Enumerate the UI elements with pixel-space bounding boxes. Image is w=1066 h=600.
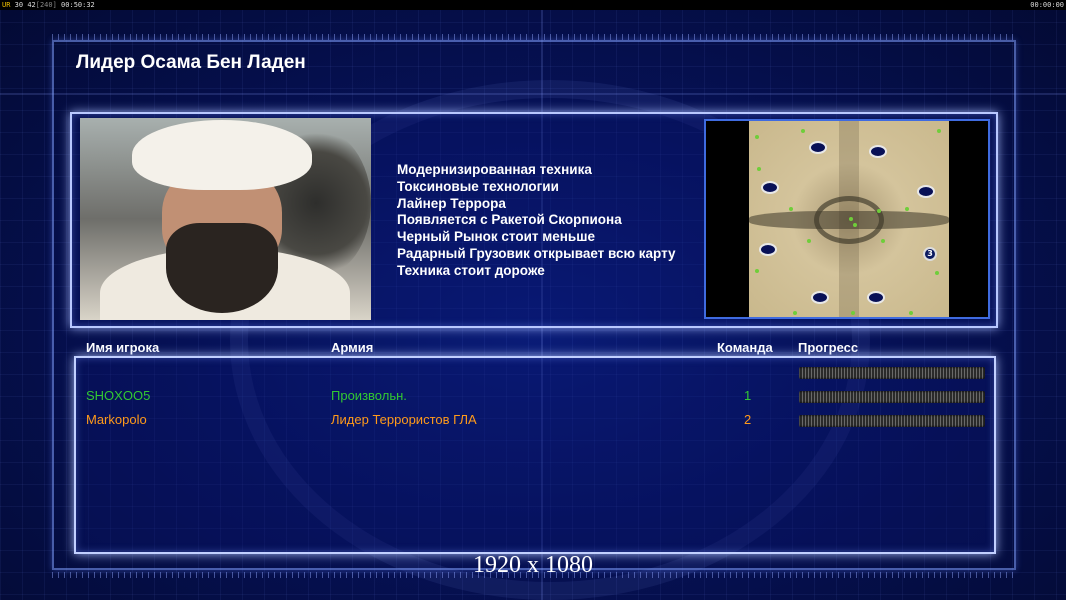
- player-name: Markopolo: [86, 412, 147, 427]
- portrait-turban: [132, 120, 312, 190]
- resource-dot: [935, 271, 939, 275]
- resource-dot: [793, 311, 797, 315]
- progress-bar: [799, 391, 985, 403]
- general-features-list: Модернизированная техника Токсиновые тех…: [397, 162, 676, 280]
- column-header-progress: Прогресс: [798, 340, 859, 355]
- resource-dot: [801, 129, 805, 133]
- resource-dot: [937, 129, 941, 133]
- map-start-position[interactable]: [917, 185, 935, 198]
- resource-dot: [851, 311, 855, 315]
- debug-fps: 30: [14, 1, 24, 9]
- map-preview: 3: [704, 119, 990, 319]
- debug-bar: UR 30 42[240] 00:50:32 00:00:00: [0, 0, 1066, 10]
- resource-dot: [881, 239, 885, 243]
- debug-left: UR 30 42[240] 00:50:32: [2, 0, 95, 10]
- map-start-position[interactable]: [811, 291, 829, 304]
- resolution-label: 1920 x 1080: [473, 552, 593, 578]
- debug-right-time: 00:00:00: [1030, 1, 1064, 9]
- debug-bracket: [240]: [35, 1, 57, 9]
- column-header-army: Армия: [331, 340, 374, 355]
- table-row: SHOXOO5 Произвольн. 1: [0, 386, 1066, 406]
- feature-item: Лайнер Террора: [397, 195, 506, 211]
- debug-tag: UR: [2, 1, 11, 9]
- map-start-position[interactable]: [761, 181, 779, 194]
- map-start-position[interactable]: [867, 291, 885, 304]
- table-row: Markopolo Лидер Террористов ГЛА 2: [0, 410, 1066, 430]
- map-terrain: 3: [749, 121, 949, 317]
- map-start-position-occupied[interactable]: 3: [923, 247, 937, 261]
- resource-dot: [905, 207, 909, 211]
- player-name: SHOXOO5: [86, 388, 151, 403]
- player-army: Лидер Террористов ГЛА: [331, 412, 477, 427]
- progress-bar: [799, 367, 985, 379]
- column-header-player: Имя игрока: [86, 340, 160, 355]
- feature-item: Токсиновые технологии: [397, 178, 559, 194]
- progress-bar: [799, 415, 985, 427]
- resource-dot: [757, 167, 761, 171]
- feature-item: Радарный Грузовик открывает всю карту: [397, 245, 676, 261]
- resource-dot: [853, 223, 857, 227]
- resource-dot: [909, 311, 913, 315]
- feature-item: Техника стоит дороже: [397, 262, 545, 278]
- player-team: 2: [744, 412, 752, 427]
- debug-value: 42: [27, 1, 36, 9]
- resource-dot: [755, 135, 759, 139]
- column-header-team: Команда: [717, 340, 773, 355]
- portrait-beard: [166, 223, 278, 313]
- map-start-position[interactable]: [809, 141, 827, 154]
- player-team: 1: [744, 388, 752, 403]
- general-portrait: [80, 118, 371, 320]
- resource-dot: [789, 207, 793, 211]
- feature-item: Черный Рынок стоит меньше: [397, 229, 595, 245]
- map-start-position[interactable]: [759, 243, 777, 256]
- resource-dot: [849, 217, 853, 221]
- feature-item: Модернизированная техника: [397, 162, 592, 177]
- resource-dot: [877, 209, 881, 213]
- resource-dot: [755, 269, 759, 273]
- resource-dot: [807, 239, 811, 243]
- debug-time: 00:50:32: [61, 1, 95, 9]
- player-army: Произвольн.: [331, 388, 407, 403]
- table-row: [0, 362, 1066, 382]
- map-start-position[interactable]: [869, 145, 887, 158]
- general-title: Лидер Осама Бен Ладен: [76, 52, 306, 73]
- feature-item: Появляется с Ракетой Скорпиона: [397, 212, 622, 228]
